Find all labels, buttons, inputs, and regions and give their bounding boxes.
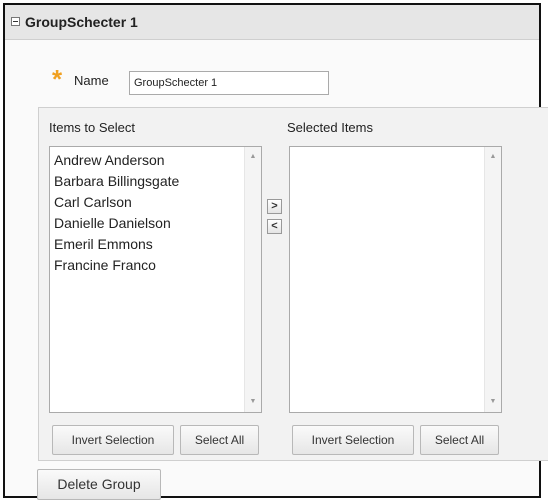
list-item[interactable]: Danielle Danielson <box>54 213 241 234</box>
scroll-up-arrow-icon[interactable]: ▲ <box>485 149 501 165</box>
list-item[interactable]: Carl Carlson <box>54 192 241 213</box>
group-header: GroupSchecter 1 <box>5 5 539 40</box>
group-editor: GroupSchecter 1 * Name Items to Select S… <box>3 3 548 500</box>
select-all-button[interactable]: Select All <box>180 425 259 455</box>
items-to-select-label: Items to Select <box>49 120 135 135</box>
items-to-select-list[interactable]: Andrew Anderson Barbara Billingsgate Car… <box>49 146 262 413</box>
add-to-selected-button[interactable]: > <box>267 199 282 214</box>
selected-items-label: Selected Items <box>287 120 373 135</box>
invert-selection-button[interactable]: Invert Selection <box>52 425 174 455</box>
list-item[interactable]: Andrew Anderson <box>54 150 241 171</box>
invert-selection-button[interactable]: Invert Selection <box>292 425 414 455</box>
list-item[interactable]: Emeril Emmons <box>54 234 241 255</box>
scroll-up-arrow-icon[interactable]: ▲ <box>245 149 261 165</box>
name-label: Name <box>74 73 109 88</box>
selected-items-list[interactable]: ▲ ▼ <box>289 146 502 413</box>
collapse-icon[interactable] <box>11 17 20 26</box>
list-item[interactable]: Francine Franco <box>54 255 241 276</box>
list-item[interactable]: Barbara Billingsgate <box>54 171 241 192</box>
selected-items-scrollbar[interactable]: ▲ ▼ <box>484 147 501 412</box>
remove-from-selected-button[interactable]: < <box>267 219 282 234</box>
selection-panel: Items to Select Selected Items Andrew An… <box>38 107 548 461</box>
items-to-select-scrollbar[interactable]: ▲ ▼ <box>244 147 261 412</box>
scroll-down-arrow-icon[interactable]: ▼ <box>485 394 501 410</box>
name-input[interactable] <box>129 71 329 95</box>
required-icon: * <box>52 64 63 94</box>
scroll-down-arrow-icon[interactable]: ▼ <box>245 394 261 410</box>
select-all-button[interactable]: Select All <box>420 425 499 455</box>
group-title: GroupSchecter 1 <box>25 14 138 30</box>
delete-group-button[interactable]: Delete Group <box>37 469 161 500</box>
